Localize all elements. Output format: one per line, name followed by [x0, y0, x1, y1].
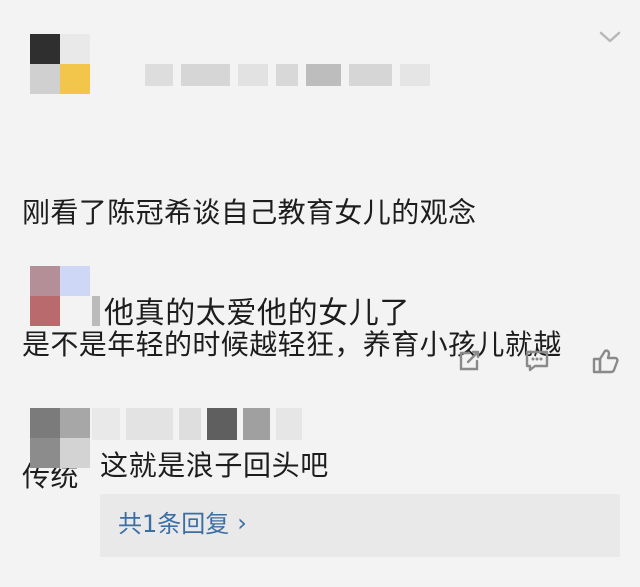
view-replies-link[interactable]: 共1条回复 › — [118, 508, 247, 540]
replies-label: 共1条回复 — [118, 510, 230, 538]
like-button[interactable] — [588, 344, 622, 378]
more-options-button[interactable] — [598, 28, 622, 46]
avatar[interactable] — [30, 266, 90, 326]
share-button[interactable] — [452, 344, 486, 378]
post-card: 刚看了陈冠希谈自己教育女儿的观念 是不是年轻的时候越轻狂，养育小孩儿就越 传统 — [0, 0, 640, 493]
thumbs-up-icon — [592, 349, 619, 374]
avatar[interactable] — [30, 34, 90, 94]
comment-button[interactable] — [520, 344, 554, 378]
comment-text: 这就是浪子回头吧 — [100, 449, 329, 482]
comment-text: 他真的太爱他的女儿了 — [104, 296, 410, 331]
share-icon — [459, 350, 480, 371]
avatar[interactable] — [30, 408, 90, 468]
chevron-down-icon — [599, 31, 621, 43]
post-text-line-1: 刚看了陈冠希谈自己教育女儿的观念 — [22, 196, 477, 229]
comment-icon — [525, 350, 549, 372]
username-blur — [92, 408, 302, 440]
username-blur — [92, 296, 100, 326]
comment-actions — [452, 343, 622, 379]
chevron-right-icon: › — [237, 509, 247, 537]
username-blur — [145, 64, 430, 86]
replies-container: 共1条回复 › — [100, 494, 620, 557]
